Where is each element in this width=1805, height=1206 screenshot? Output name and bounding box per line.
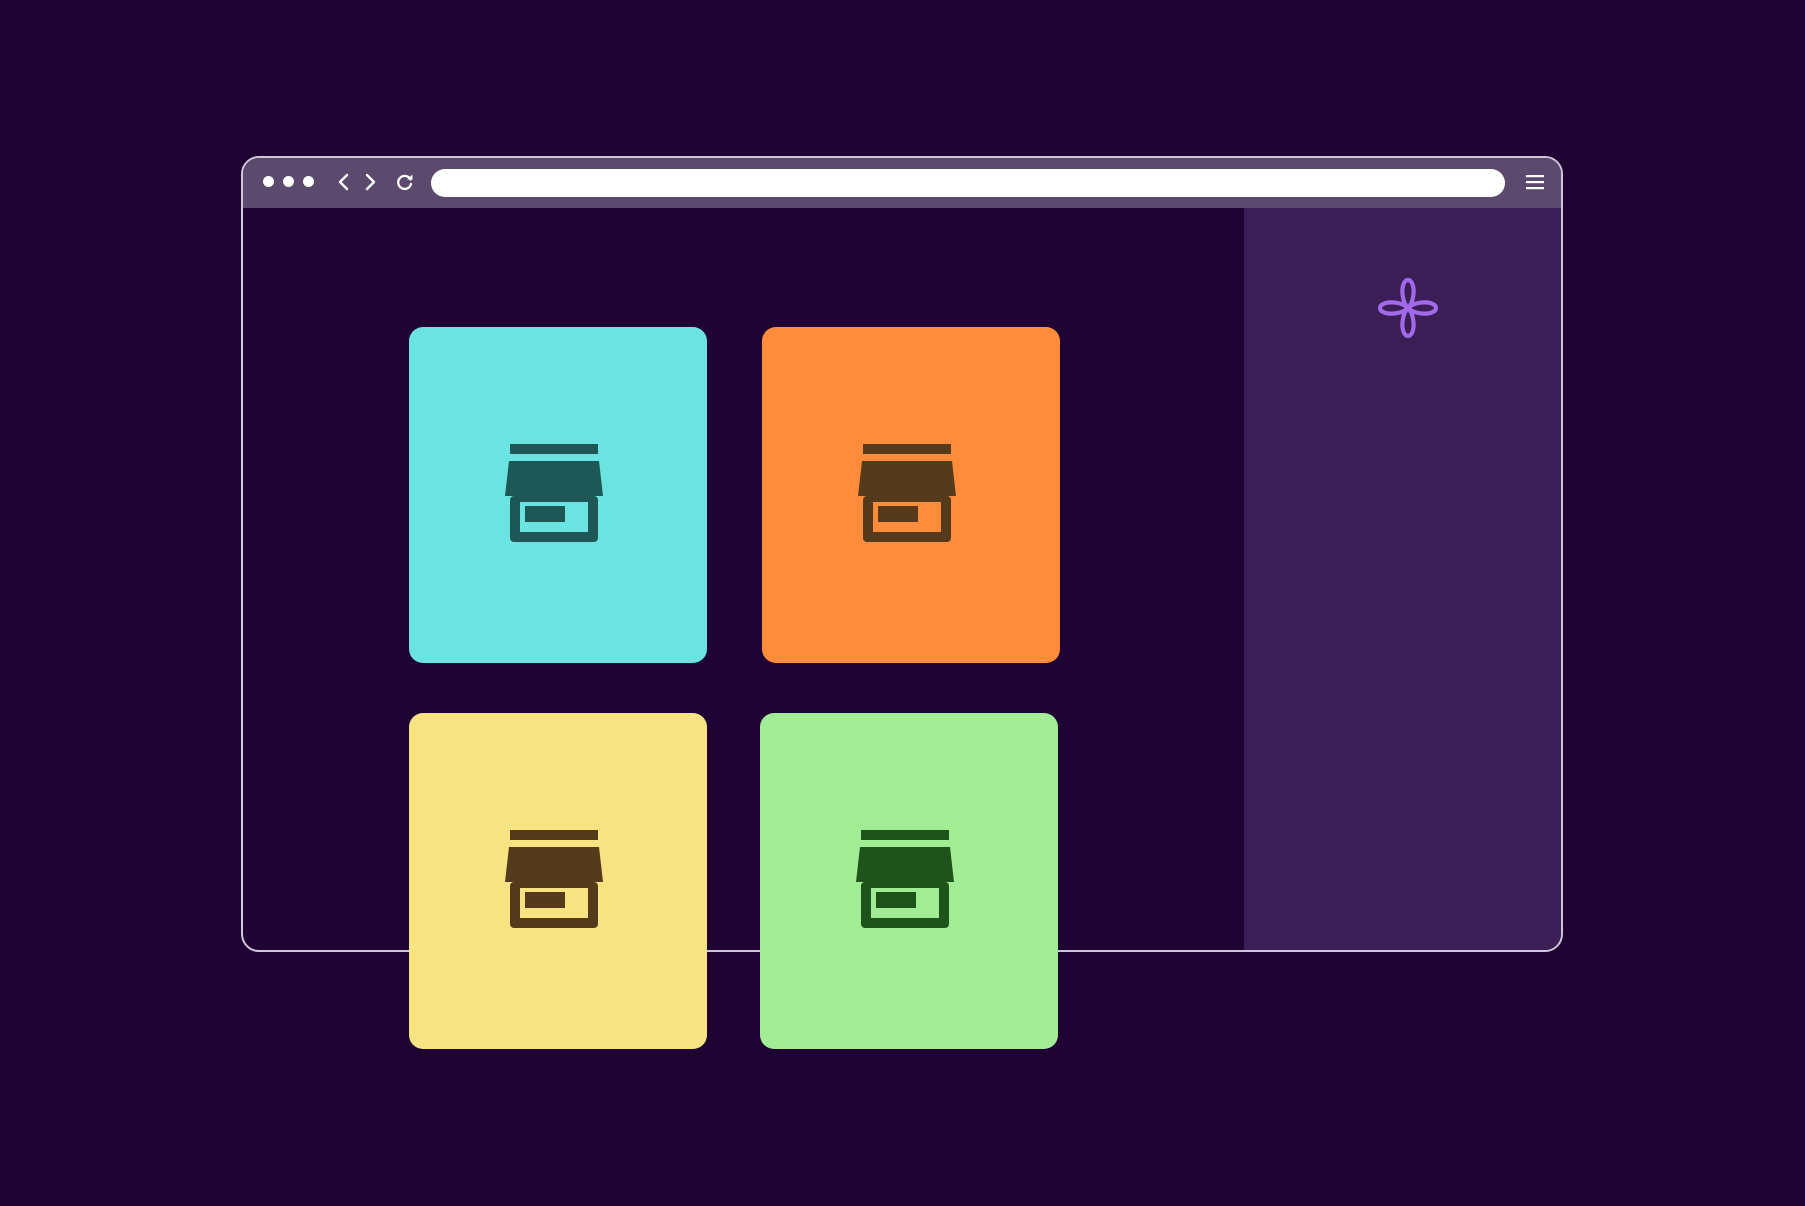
four-petal-knot-icon bbox=[1374, 274, 1442, 342]
browser-toolbar bbox=[243, 158, 1561, 208]
store-card[interactable] bbox=[409, 327, 707, 663]
storefront-icon bbox=[856, 830, 962, 930]
sidebar-panel bbox=[1244, 208, 1561, 950]
forward-icon[interactable] bbox=[361, 172, 379, 192]
window-dot bbox=[263, 176, 274, 187]
back-icon[interactable] bbox=[335, 172, 353, 192]
window-dot bbox=[303, 176, 314, 187]
window-dot bbox=[283, 176, 294, 187]
storefront-icon bbox=[505, 830, 611, 930]
store-card[interactable] bbox=[409, 713, 707, 1049]
storefront-icon bbox=[505, 444, 611, 544]
menu-icon[interactable] bbox=[1525, 173, 1545, 191]
store-card[interactable] bbox=[760, 713, 1058, 1049]
store-card[interactable] bbox=[762, 327, 1060, 663]
address-bar[interactable] bbox=[431, 169, 1505, 197]
window-dots-icon[interactable] bbox=[263, 176, 314, 187]
storefront-icon bbox=[858, 444, 964, 544]
reload-icon[interactable] bbox=[395, 172, 415, 192]
